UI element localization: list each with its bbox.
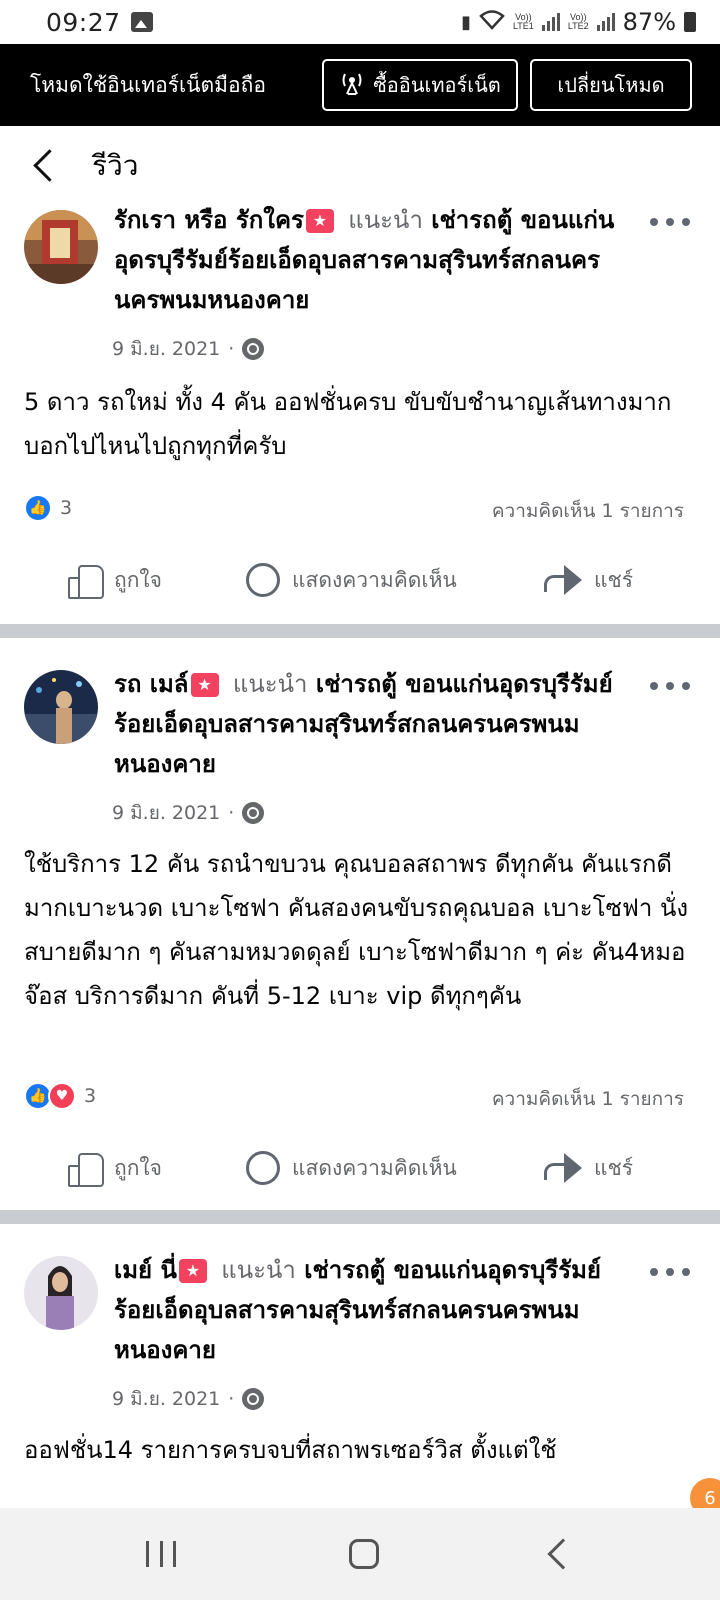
comment-button[interactable]: แสดงความคิดเห็น bbox=[246, 1151, 457, 1185]
like-button[interactable]: ถูกใจ bbox=[68, 1152, 162, 1187]
post-header: รักเรา หรือ รักใคร ★ แนะนำ เช่ารถตู้ ขอนแ… bbox=[114, 206, 654, 320]
signal-sim1-icon bbox=[541, 13, 560, 31]
public-globe-icon bbox=[242, 1388, 265, 1410]
reviews-feed[interactable]: รักเรา หรือ รักใคร ★ แนะนำ เช่ารถตู้ ขอนแ… bbox=[0, 206, 720, 1508]
like-outline-icon bbox=[68, 1153, 104, 1187]
like-label: ถูกใจ bbox=[114, 567, 162, 592]
share-arrow-icon bbox=[544, 1153, 582, 1183]
comment-label: แสดงความคิดเห็น bbox=[292, 567, 457, 592]
author-name[interactable]: เมย์ นี่ bbox=[114, 1256, 177, 1284]
status-time: 09:27 bbox=[46, 7, 121, 37]
share-button[interactable]: แชร์ bbox=[544, 1152, 633, 1185]
reaction-summary[interactable]: 👍 ♥ 3 bbox=[24, 1082, 96, 1110]
signal-sim2-icon bbox=[596, 13, 615, 31]
sim1-label: Vo)) LTE1 bbox=[512, 12, 534, 31]
comment-count[interactable]: ความคิดเห็น 1 รายการ bbox=[492, 1084, 684, 1114]
post-divider bbox=[0, 624, 720, 638]
gallery-notification-icon bbox=[130, 12, 153, 32]
post-header: รถ เมล์ ★ แนะนำ เช่ารถตู้ ขอนแก่นอุดรบุรี… bbox=[114, 664, 654, 784]
sim2-label: Vo)) LTE2 bbox=[567, 12, 589, 31]
battery-icon bbox=[684, 12, 696, 32]
wifi-icon bbox=[479, 9, 505, 35]
back-arrow-icon[interactable] bbox=[28, 148, 64, 184]
post-divider bbox=[0, 1210, 720, 1224]
public-globe-icon bbox=[242, 338, 265, 360]
recent-apps-icon[interactable] bbox=[146, 1541, 177, 1567]
post-body: 5 ดาว รถใหม่ ทั้ง 4 คัน ออฟชั่นครบ ขับขั… bbox=[24, 388, 672, 460]
system-nav-bar bbox=[0, 1508, 720, 1600]
post-body: ออฟชั่น14 รายการครบจบที่สถาพรเซอร์วิส ตั… bbox=[24, 1436, 557, 1464]
status-bar: 09:27 ▮ Vo)) LTE1 Vo)) LTE2 87% bbox=[0, 0, 720, 44]
buy-internet-button[interactable]: ซื้ออินเทอร์เน็ต bbox=[322, 59, 518, 111]
comment-label: แสดงความคิดเห็น bbox=[292, 1155, 457, 1180]
comment-outline-icon bbox=[246, 1151, 280, 1185]
post-actions: ถูกใจ แสดงความคิดเห็น แชร์ bbox=[0, 1138, 720, 1198]
comment-outline-icon bbox=[246, 563, 280, 597]
buy-internet-label: ซื้ออินเทอร์เน็ต bbox=[373, 73, 501, 97]
share-button[interactable]: แชร์ bbox=[544, 564, 633, 597]
page-header: รีวิว bbox=[0, 126, 720, 206]
post-meta: 9 มิ.ย. 2021 · bbox=[112, 1384, 265, 1414]
review-post: รถ เมล์ ★ แนะนำ เช่ารถตู้ ขอนแก่นอุดรบุรี… bbox=[0, 638, 720, 1210]
comment-count[interactable]: ความคิดเห็น 1 รายการ bbox=[492, 496, 684, 526]
switch-mode-button[interactable]: เปลี่ยนโหมด bbox=[530, 59, 692, 111]
more-options-icon[interactable] bbox=[650, 1260, 690, 1284]
reaction-summary[interactable]: 👍 3 bbox=[24, 494, 72, 522]
more-options-icon[interactable] bbox=[650, 674, 690, 698]
post-actions: ถูกใจ แสดงความคิดเห็น แชร์ bbox=[0, 550, 720, 610]
post-body: ใช้บริการ 12 คัน รถนำขบวน คุณบอลสถาพร ดี… bbox=[24, 850, 689, 1010]
recommend-star-icon: ★ bbox=[190, 673, 219, 697]
recommends-label: แนะนำ bbox=[221, 1256, 296, 1284]
avatar[interactable] bbox=[24, 210, 98, 284]
recommend-star-icon: ★ bbox=[178, 1259, 207, 1283]
post-date[interactable]: 9 มิ.ย. 2021 bbox=[112, 1384, 220, 1414]
like-label: ถูกใจ bbox=[114, 1155, 162, 1180]
battery-level: 87% bbox=[622, 8, 676, 36]
recommends-label: แนะนำ bbox=[232, 670, 308, 698]
share-label: แชร์ bbox=[594, 1155, 634, 1180]
switch-mode-label: เปลี่ยนโหมด bbox=[557, 73, 665, 97]
like-outline-icon bbox=[68, 565, 104, 599]
like-reaction-icon: 👍 bbox=[24, 494, 52, 522]
mobile-data-banner: โหมดใช้อินเทอร์เน็ตมือถือ ซื้ออินเทอร์เน… bbox=[0, 44, 720, 126]
share-arrow-icon bbox=[544, 565, 582, 595]
post-date[interactable]: 9 มิ.ย. 2021 bbox=[112, 334, 220, 364]
post-date[interactable]: 9 มิ.ย. 2021 bbox=[112, 798, 220, 828]
author-name[interactable]: รักเรา หรือ รักใคร bbox=[114, 206, 304, 234]
more-options-icon[interactable] bbox=[650, 210, 690, 234]
recommend-star-icon: ★ bbox=[305, 209, 334, 233]
post-meta: 9 มิ.ย. 2021 · bbox=[112, 334, 265, 364]
review-post: เมย์ นี่ ★ แนะนำ เช่ารถตู้ ขอนแก่นอุดรบุร… bbox=[0, 1224, 720, 1508]
share-label: แชร์ bbox=[594, 567, 634, 592]
page-title: รีวิว bbox=[92, 149, 139, 182]
battery-saver-icon: ▮ bbox=[461, 11, 471, 33]
love-reaction-icon: ♥ bbox=[48, 1082, 76, 1110]
antenna-icon bbox=[339, 70, 365, 101]
recommends-label: แนะนำ bbox=[348, 206, 423, 234]
post-header: เมย์ นี่ ★ แนะนำ เช่ารถตู้ ขอนแก่นอุดรบุร… bbox=[114, 1250, 654, 1370]
reaction-count: 3 bbox=[60, 497, 73, 519]
avatar[interactable] bbox=[24, 670, 98, 744]
review-post: รักเรา หรือ รักใคร ★ แนะนำ เช่ารถตู้ ขอนแ… bbox=[0, 206, 720, 624]
system-back-icon[interactable] bbox=[547, 1538, 579, 1570]
status-indicators: ▮ Vo)) LTE1 Vo)) LTE2 87% bbox=[461, 8, 696, 36]
comment-button[interactable]: แสดงความคิดเห็น bbox=[246, 563, 457, 597]
like-button[interactable]: ถูกใจ bbox=[68, 564, 162, 599]
reaction-count: 3 bbox=[84, 1085, 97, 1107]
post-meta: 9 มิ.ย. 2021 · bbox=[112, 798, 265, 828]
public-globe-icon bbox=[242, 802, 265, 824]
banner-text: โหมดใช้อินเทอร์เน็ตมือถือ bbox=[30, 72, 266, 97]
home-icon[interactable] bbox=[348, 1539, 379, 1569]
avatar[interactable] bbox=[24, 1256, 98, 1330]
author-name[interactable]: รถ เมล์ bbox=[114, 670, 189, 698]
